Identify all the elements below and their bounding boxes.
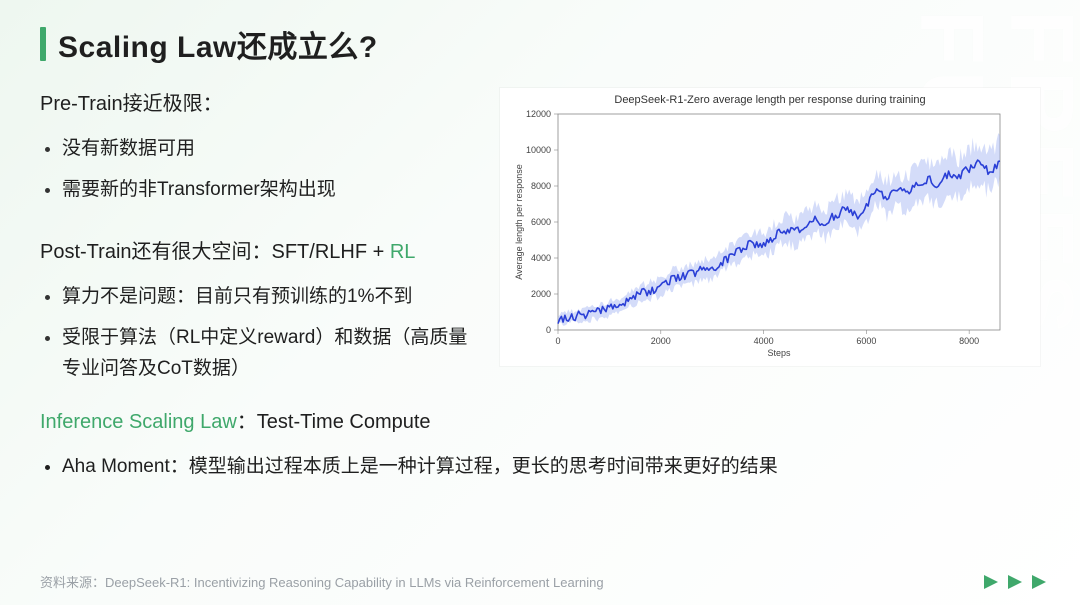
svg-text:2000: 2000 bbox=[531, 289, 551, 299]
svg-text:0: 0 bbox=[546, 325, 551, 335]
svg-text:2000: 2000 bbox=[651, 336, 671, 346]
chart-title: DeepSeek-R1-Zero average length per resp… bbox=[510, 94, 1030, 106]
svg-text:8000: 8000 bbox=[531, 181, 551, 191]
section3-heading: Inference Scaling Law：Test-Time Compute bbox=[40, 405, 1040, 439]
section2-heading-accent: RL bbox=[390, 241, 416, 263]
svg-text:6000: 6000 bbox=[531, 217, 551, 227]
left-column: Pre-Train接近极限： 没有新数据可用 需要新的非Transformer架… bbox=[40, 88, 470, 395]
section-pretrain: Pre-Train接近极限： 没有新数据可用 需要新的非Transformer架… bbox=[40, 88, 470, 206]
title-accent-bar bbox=[40, 27, 46, 61]
arrow-icon bbox=[1030, 573, 1050, 591]
chart: 0 2000 4000 6000 8000 10000 12000 0 2000 4000 6000… bbox=[510, 108, 1010, 358]
slide: Scaling Law还成立么? Pre-Train接近极限： 没有新数据可用 … bbox=[0, 0, 1080, 605]
svg-text:12000: 12000 bbox=[526, 109, 551, 119]
brand-arrows bbox=[982, 573, 1050, 591]
arrow-icon bbox=[1006, 573, 1026, 591]
section-posttrain: Post-Train还有很大空间：SFT/RLHF + RL 算力不是问题：目前… bbox=[40, 236, 470, 385]
section2-heading: Post-Train还有很大空间：SFT/RLHF + RL bbox=[40, 236, 470, 269]
svg-text:6000: 6000 bbox=[856, 336, 876, 346]
arrow-icon bbox=[982, 573, 1002, 591]
section3-bullet: Aha Moment：模型输出过程本质上是一种计算过程，更长的思考时间带来更好的… bbox=[62, 451, 1040, 483]
right-column: DeepSeek-R1-Zero average length per resp… bbox=[490, 88, 1040, 395]
section-inference: Inference Scaling Law：Test-Time Compute … bbox=[40, 405, 1040, 483]
section1-bullet: 需要新的非Transformer架构出现 bbox=[62, 174, 470, 205]
source-citation: 资料来源：DeepSeek-R1: Incentivizing Reasonin… bbox=[40, 572, 604, 591]
section1-bullet: 没有新数据可用 bbox=[62, 133, 470, 164]
section1-heading: Pre-Train接近极限： bbox=[40, 88, 470, 121]
svg-text:8000: 8000 bbox=[959, 336, 979, 346]
svg-text:0: 0 bbox=[555, 336, 560, 346]
chart-card: DeepSeek-R1-Zero average length per resp… bbox=[500, 88, 1040, 366]
chart-svg: 0 2000 4000 6000 8000 10000 12000 0 2000 4000 6000… bbox=[510, 108, 1010, 358]
page-title: Scaling Law还成立么? bbox=[58, 22, 378, 66]
title-row: Scaling Law还成立么? bbox=[40, 22, 1040, 66]
section3-heading-suffix: ：Test-Time Compute bbox=[237, 411, 431, 433]
section2-heading-prefix: Post-Train还有很大空间：SFT/RLHF + bbox=[40, 241, 390, 263]
svg-text:Average length per response: Average length per response bbox=[514, 164, 524, 279]
svg-text:Steps: Steps bbox=[767, 348, 791, 358]
svg-text:10000: 10000 bbox=[526, 145, 551, 155]
svg-text:4000: 4000 bbox=[531, 253, 551, 263]
section2-bullet: 受限于算法（RL中定义reward）和数据（高质量专业问答及CoT数据） bbox=[62, 322, 470, 385]
section2-bullet: 算力不是问题：目前只有预训练的1%不到 bbox=[62, 281, 470, 312]
section3-heading-accent: Inference Scaling Law bbox=[40, 411, 237, 433]
svg-text:4000: 4000 bbox=[754, 336, 774, 346]
